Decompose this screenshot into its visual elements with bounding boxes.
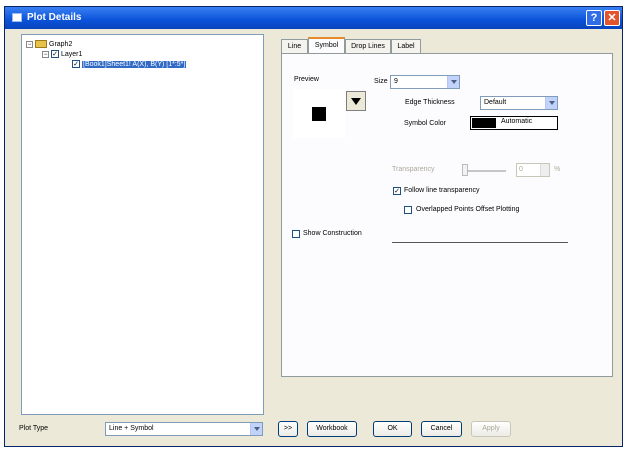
size-label: Size bbox=[374, 78, 388, 85]
spin-arrows-icon[interactable] bbox=[540, 164, 549, 176]
expand-button[interactable]: >> bbox=[278, 421, 298, 437]
transparency-label: Transparency bbox=[392, 166, 435, 173]
symbol-color-label: Symbol Color bbox=[404, 120, 447, 127]
graph-icon bbox=[35, 40, 47, 48]
tree-node-plot[interactable]: ✓ [Book1]Sheet1! A(X), B(Y) [1*:5*] bbox=[72, 60, 187, 68]
symbol-tab-panel: Preview Size 9 Edge Thickness Default Sy… bbox=[281, 53, 613, 377]
window-icon bbox=[12, 13, 22, 22]
preview-label: Preview bbox=[294, 76, 319, 83]
overlap-offset-label[interactable]: Overlapped Points Offset Plotting bbox=[416, 206, 519, 213]
symbol-color-button[interactable]: Automatic bbox=[470, 116, 558, 130]
tree-node-layer[interactable]: − ✓ Layer1 bbox=[42, 50, 82, 58]
plot-type-label: Plot Type bbox=[19, 425, 49, 432]
show-construction-checkbox[interactable] bbox=[292, 230, 300, 238]
follow-transparency-label[interactable]: Follow line transparency bbox=[404, 187, 479, 194]
collapse-icon[interactable]: − bbox=[26, 40, 33, 48]
window-title: Plot Details bbox=[27, 12, 82, 23]
transparency-spinbox[interactable]: 0 bbox=[516, 163, 550, 177]
construction-divider bbox=[392, 242, 568, 243]
tab-label[interactable]: Label bbox=[391, 39, 421, 53]
tree-node-graph[interactable]: − Graph2 bbox=[26, 40, 72, 48]
chevron-down-icon[interactable] bbox=[545, 97, 557, 109]
cancel-button[interactable]: Cancel bbox=[421, 421, 462, 437]
tab-symbol[interactable]: Symbol bbox=[308, 37, 345, 53]
workbook-button[interactable]: Workbook bbox=[307, 421, 357, 437]
chevron-down-icon[interactable] bbox=[447, 76, 459, 88]
symbol-gallery-dropdown-button[interactable] bbox=[346, 91, 366, 111]
symbol-color-value: Automatic bbox=[501, 118, 533, 125]
collapse-icon[interactable]: − bbox=[42, 50, 49, 58]
plot-details-dialog: Plot Details ? ✕ − Graph2 − ✓ Layer1 ✓ [… bbox=[4, 6, 623, 447]
tree-node-layer-label[interactable]: Layer1 bbox=[61, 51, 82, 58]
follow-transparency-checkbox[interactable]: ✓ bbox=[393, 187, 401, 195]
transparency-unit: % bbox=[554, 166, 561, 173]
square-symbol-icon bbox=[312, 107, 326, 121]
transparency-slider[interactable] bbox=[462, 164, 468, 176]
edge-thickness-label: Edge Thickness bbox=[405, 99, 455, 106]
layer-checkbox[interactable]: ✓ bbox=[51, 50, 59, 58]
ok-button[interactable]: OK bbox=[373, 421, 412, 437]
edge-thickness-value: Default bbox=[484, 99, 507, 106]
help-button[interactable]: ? bbox=[586, 10, 602, 26]
overlap-offset-checkbox[interactable] bbox=[404, 206, 412, 214]
show-construction-label[interactable]: Show Construction bbox=[303, 230, 362, 237]
title-bar[interactable]: Plot Details ? ✕ bbox=[5, 7, 622, 29]
tree-node-graph-label[interactable]: Graph2 bbox=[49, 41, 72, 48]
transparency-value: 0 bbox=[519, 166, 523, 173]
symbol-preview bbox=[293, 89, 345, 138]
chevron-down-icon[interactable] bbox=[250, 423, 262, 435]
transparency-slider-track bbox=[462, 170, 506, 172]
tab-drop-lines[interactable]: Drop Lines bbox=[345, 39, 391, 53]
size-value: 9 bbox=[394, 78, 398, 85]
tab-line[interactable]: Line bbox=[281, 39, 308, 53]
color-swatch bbox=[472, 118, 496, 128]
close-button[interactable]: ✕ bbox=[604, 10, 620, 26]
edge-thickness-combo[interactable]: Default bbox=[480, 96, 558, 110]
plot-checkbox[interactable]: ✓ bbox=[72, 60, 80, 68]
plot-type-value: Line + Symbol bbox=[109, 425, 154, 432]
plot-tree-panel[interactable]: − Graph2 − ✓ Layer1 ✓ [Book1]Sheet1! A(X… bbox=[21, 34, 264, 415]
apply-button: Apply bbox=[471, 421, 511, 437]
tree-node-plot-label[interactable]: [Book1]Sheet1! A(X), B(Y) [1*:5*] bbox=[82, 60, 187, 68]
size-combo[interactable]: 9 bbox=[390, 75, 460, 89]
plot-type-combo[interactable]: Line + Symbol bbox=[105, 422, 263, 436]
